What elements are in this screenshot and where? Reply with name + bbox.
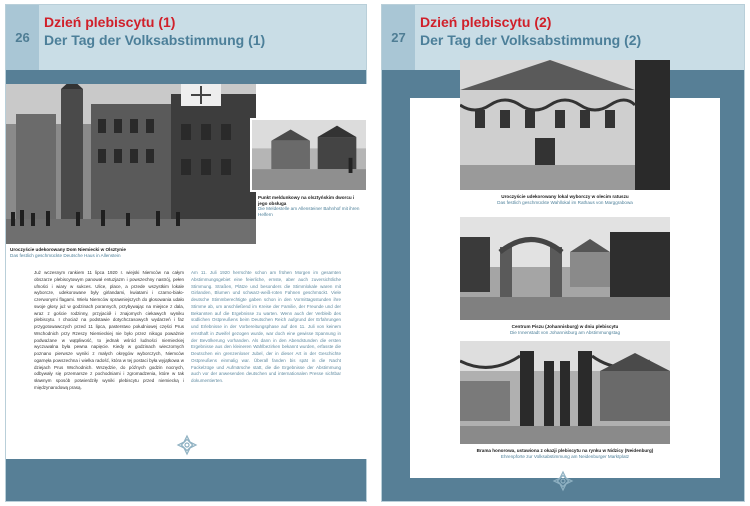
page-title-de: Der Tag der Volksabstimmung (2) — [420, 32, 642, 48]
photo-ehrenpforte-neidenburg — [460, 341, 670, 444]
caption-rathaus: Uroczyście udekorowany lokal wyborczy w … — [460, 194, 670, 205]
page-title-pl: Dzień plebiscytu (1) — [44, 14, 176, 30]
content-panel: Uroczyście udekorowany lokal wyborczy w … — [410, 60, 720, 478]
caption-johannisburg-de: Die Innenstadt von Johannisburg am Absti… — [509, 329, 621, 335]
left-page: 26 Dzień plebiscytu (1) Der Tag der Volk… — [5, 4, 368, 502]
page-number: 26 — [6, 5, 39, 70]
caption-bahnhof-de: Die Meldestelle am Allensteiner Bahnhof … — [258, 206, 360, 218]
caption-neidenburg-de: Ehrenpforte zur Volksabstimmung am Neide… — [500, 453, 630, 459]
caption-deutsches-haus: Uroczyście udekorowany Dom Niemiecki w O… — [10, 247, 250, 258]
body-text-de: Am 11. Juli 1920 herrschte schon am früh… — [191, 270, 341, 383]
caption-neidenburg: Brama honorowa, ustawiona z okazji plebi… — [460, 448, 670, 459]
ornament-icon — [552, 470, 574, 492]
content-panel: Punkt meldunkowy na olsztyńskim dworcu i… — [6, 84, 368, 459]
caption-bahnhof: Punkt meldunkowy na olsztyńskim dworcu i… — [258, 195, 364, 218]
caption-johannisburg: Centrum Piszu (Johannisburg) w dniu pleb… — [460, 324, 670, 335]
page-number: 27 — [382, 5, 415, 70]
page-title-pl: Dzień plebiscytu (2) — [420, 14, 552, 30]
caption-deutsches-haus-de: Das festlich geschmückte Deutsche Haus i… — [10, 252, 121, 258]
body-text-pl: Już wczesnym rankiem 11 lipca 1920 r. wi… — [34, 270, 184, 390]
ornament-icon — [176, 434, 198, 456]
photo-johannisburg — [460, 217, 670, 320]
content-band: Uroczyście udekorowany lokal wyborczy w … — [382, 60, 744, 501]
caption-rathaus-de: Das festlich geschmückte Wahllokal im Ra… — [497, 199, 633, 205]
photo-rathaus-marggrabowa — [460, 60, 670, 190]
photo-deutsches-haus — [6, 84, 256, 244]
content-band: Punkt meldunkowy na olsztyńskim dworcu i… — [6, 70, 368, 501]
page-title-de: Der Tag der Volksabstimmung (1) — [44, 32, 266, 48]
caption-neidenburg-pl: Brama honorowa, ustawiona z okazji plebi… — [476, 448, 654, 453]
photo-bahnhof — [250, 118, 368, 192]
right-page: 27 Dzień plebiscytu (2) Der Tag der Volk… — [381, 4, 745, 502]
caption-bahnhof-pl: Punkt meldunkowy na olsztyńskim dworcu i… — [258, 195, 355, 206]
